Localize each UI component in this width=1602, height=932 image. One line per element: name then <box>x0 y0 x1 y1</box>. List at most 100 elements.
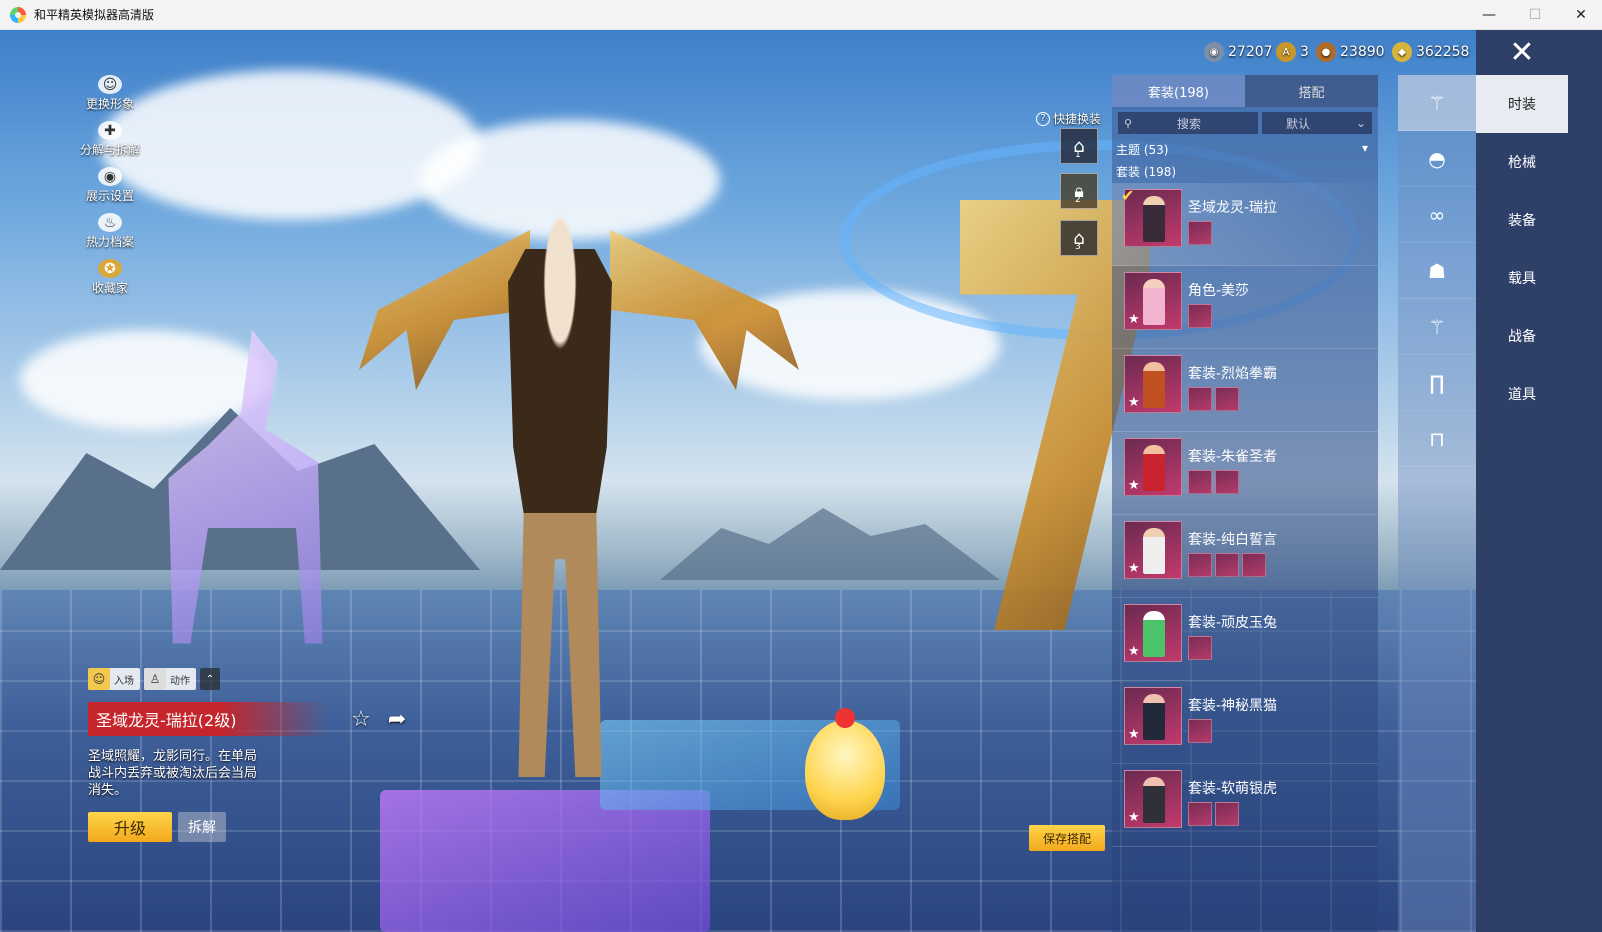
theme-filter[interactable]: 主题 (53) ▾ <box>1116 141 1368 159</box>
cap-icon[interactable]: ◓ <box>1398 131 1476 187</box>
part-thumbnail[interactable] <box>1215 802 1239 826</box>
outfit-figure-icon <box>1143 196 1165 242</box>
share-icon[interactable]: ➦ <box>384 706 410 732</box>
sort-dropdown[interactable]: 默认 ⌄ <box>1262 112 1372 134</box>
suit-thumbnail: ★ <box>1124 604 1182 662</box>
category-equipment[interactable]: 装备 <box>1476 191 1568 249</box>
glasses-icon[interactable]: ∞ <box>1398 187 1476 243</box>
floor-glow-pad <box>380 790 710 932</box>
outfit-icon[interactable]: ⚚ <box>1398 75 1476 131</box>
part-thumbnail[interactable] <box>1188 636 1212 660</box>
part-thumbnail[interactable] <box>1215 470 1239 494</box>
minimize-button[interactable]: — <box>1466 0 1512 30</box>
tab-matching[interactable]: 搭配 <box>1245 75 1378 107</box>
game-scene: ◉ 27207 A 3 ● 23890 ◆ 362258 ☺ 更换形象 ✚ 分解… <box>0 30 1602 932</box>
currency-diamond: ◆ 362258 <box>1392 42 1469 62</box>
mask-icon[interactable]: ☗ <box>1398 243 1476 299</box>
chick-pet <box>805 708 885 820</box>
list-item[interactable]: ★ 套装-朱雀圣者 <box>1112 432 1378 515</box>
suit-parts <box>1188 802 1239 826</box>
suit-thumbnail: ✔ <box>1121 186 1182 247</box>
category-items[interactable]: 道具 <box>1476 365 1568 423</box>
suit-name: 套装-软萌银虎 <box>1188 781 1278 797</box>
list-item[interactable]: ★ 角色-美莎 <box>1112 266 1378 349</box>
window-close-button[interactable]: ✕ <box>1558 0 1602 30</box>
part-thumbnail[interactable] <box>1188 304 1212 328</box>
menu-label: 展示设置 <box>85 189 134 203</box>
display-settings-button[interactable]: ◉ 展示设置 <box>70 167 150 204</box>
disassemble-button[interactable]: 拆解 <box>178 812 226 842</box>
list-item[interactable]: ★ 套装-神秘黑猫 <box>1112 681 1378 764</box>
collector-button[interactable]: ✪ 收藏家 <box>70 259 150 296</box>
star-icon: ★ <box>1128 561 1140 576</box>
favorite-star-icon[interactable]: ☆ <box>348 706 374 732</box>
tab-suits[interactable]: 套装(198) <box>1112 75 1245 107</box>
change-avatar-button[interactable]: ☺ 更换形象 <box>70 75 150 112</box>
list-item[interactable]: ★ 套装-纯白誓言 <box>1112 515 1378 598</box>
star-icon: ★ <box>1128 312 1140 327</box>
slot-icon-strip: ⚚ ◓ ∞ ☗ ⚚ ∏ ⊓ <box>1398 75 1476 932</box>
suit-name: 圣域龙灵-瑞拉 <box>1188 200 1278 216</box>
smile-face-icon: ☺ <box>88 668 110 690</box>
outfit-figure-icon <box>1143 528 1165 574</box>
currency-value: 3 <box>1300 44 1309 60</box>
part-thumbnail[interactable] <box>1242 553 1266 577</box>
star-icon: ★ <box>1128 810 1140 825</box>
part-thumbnail[interactable] <box>1215 553 1239 577</box>
collector-badge-icon: ✪ <box>98 259 122 278</box>
search-placeholder: 搜索 <box>1176 116 1201 131</box>
suit-thumbnail: ★ <box>1124 355 1182 413</box>
diamond-coin-icon: ◆ <box>1392 42 1412 62</box>
quick-swap-label[interactable]: ? 快捷换装 <box>1036 110 1101 127</box>
suit-thumbnail: ★ <box>1124 272 1182 330</box>
part-thumbnail[interactable] <box>1215 387 1239 411</box>
category-guns[interactable]: 枪械 <box>1476 133 1568 191</box>
part-thumbnail[interactable] <box>1188 802 1212 826</box>
part-thumbnail[interactable] <box>1188 470 1212 494</box>
caret-down-icon: ▾ <box>1361 141 1368 155</box>
pants-icon[interactable]: ∏ <box>1398 355 1476 411</box>
action-label: 动作 <box>170 675 190 687</box>
heat-profile-button[interactable]: ♨ 热力档案 <box>70 213 150 250</box>
save-outfit-button[interactable]: 保存搭配 <box>1029 825 1105 851</box>
star-icon: ★ <box>1128 644 1140 659</box>
shoes-icon[interactable]: ⊓ <box>1398 411 1476 467</box>
star-icon: ★ <box>1128 727 1140 742</box>
category-fashion[interactable]: 时装 <box>1476 75 1568 133</box>
search-row: ⚲ 搜索 默认 ⌄ <box>1118 112 1372 134</box>
suit-count: 套装 (198) <box>1116 165 1177 179</box>
part-thumbnail[interactable] <box>1188 719 1212 743</box>
search-input[interactable]: ⚲ 搜索 <box>1118 112 1258 134</box>
part-thumbnail[interactable] <box>1188 553 1212 577</box>
outfit-slot-3[interactable]: ⌂ 3 <box>1060 220 1098 256</box>
skin-name: 圣域龙灵-瑞拉(2级) <box>88 702 328 736</box>
list-item[interactable]: ✔ 圣域龙灵-瑞拉 <box>1112 183 1378 266</box>
outfit-figure-icon <box>1143 694 1165 740</box>
entry-animation-button[interactable]: ☺ 入场 <box>88 668 140 690</box>
slot-number: 3 <box>1075 242 1081 252</box>
action-animation-button[interactable]: ♙ 动作 <box>144 668 196 690</box>
left-menu: ☺ 更换形象 ✚ 分解与拆解 ◉ 展示设置 ♨ 热力档案 ✪ 收藏家 <box>70 75 150 305</box>
top-icon[interactable]: ⚚ <box>1398 299 1476 355</box>
part-thumbnail[interactable] <box>1188 221 1212 245</box>
collapse-up-button[interactable]: ⌃ <box>200 668 220 690</box>
upgrade-button[interactable]: 升级 <box>88 812 172 842</box>
suit-name: 套装-神秘黑猫 <box>1188 698 1278 714</box>
outfit-slot-1[interactable]: ⌂ 1 <box>1060 128 1098 164</box>
outfit-slot-2[interactable]: 🔒︎ 2 <box>1060 173 1098 209</box>
eye-icon: ◉ <box>98 167 122 186</box>
list-item[interactable]: ★ 套装-烈焰拳霸 <box>1112 349 1378 432</box>
close-icon[interactable]: ✕ <box>1476 30 1568 75</box>
app-logo-icon <box>10 6 26 23</box>
maximize-button[interactable]: ☐ <box>1512 0 1558 30</box>
category-vehicles[interactable]: 载具 <box>1476 249 1568 307</box>
category-list: 时装 枪械 装备 载具 战备 道具 <box>1476 75 1568 423</box>
part-thumbnail[interactable] <box>1188 387 1212 411</box>
suit-parts <box>1188 553 1266 577</box>
category-combat-gear[interactable]: 战备 <box>1476 307 1568 365</box>
suit-name: 角色-美莎 <box>1188 283 1250 299</box>
decompose-button[interactable]: ✚ 分解与拆解 <box>70 121 150 158</box>
puzzle-icon: ✚ <box>98 121 122 140</box>
list-item[interactable]: ★ 套装-顽皮玉兔 <box>1112 598 1378 681</box>
list-item[interactable]: ★ 套装-软萌银虎 <box>1112 764 1378 847</box>
